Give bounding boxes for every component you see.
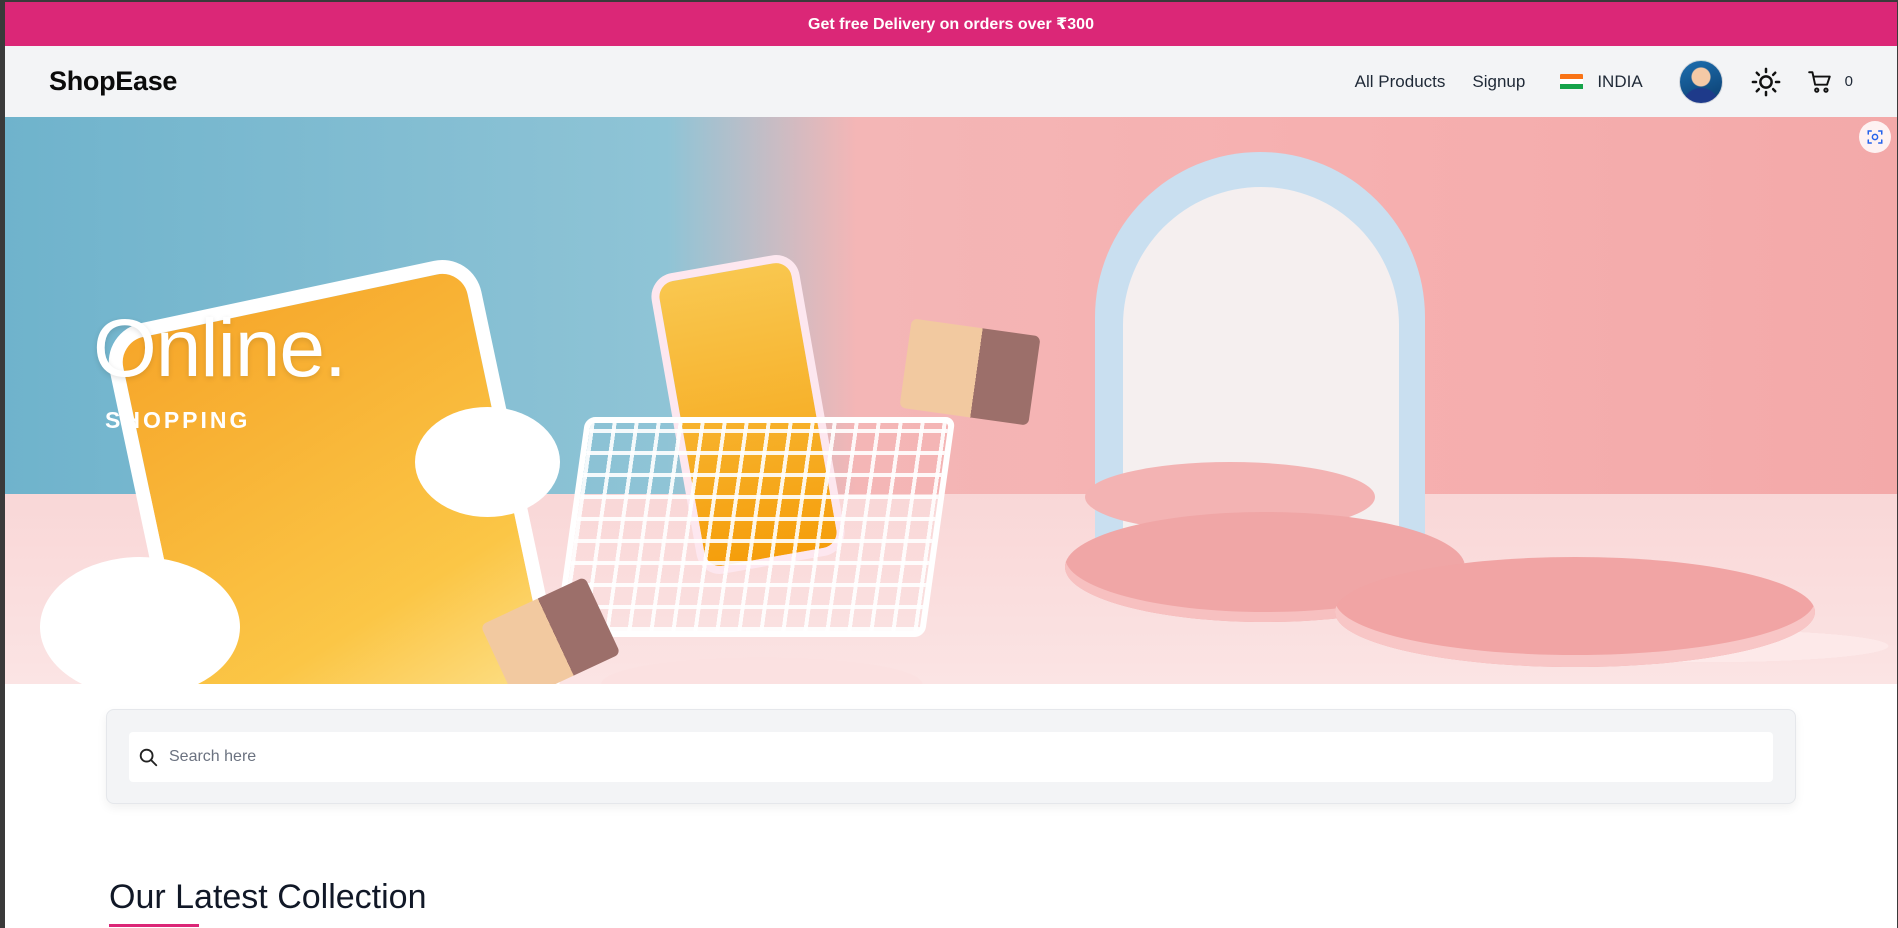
country-label: INDIA	[1597, 71, 1643, 91]
visual-search-button[interactable]	[1859, 121, 1891, 153]
nav-all-products[interactable]: All Products	[1355, 72, 1446, 92]
browser-viewport: Get free Delivery on orders over ₹300 Sh…	[5, 2, 1897, 928]
section-title-underline	[109, 924, 199, 927]
promo-text: Get free Delivery on orders over ₹300	[808, 16, 1094, 33]
section-title: Our Latest Collection	[109, 878, 427, 916]
search-panel	[106, 709, 1796, 804]
hero-shopping-cart	[554, 417, 956, 637]
cart-icon	[1807, 70, 1831, 93]
site-logo[interactable]: ShopEase	[49, 66, 177, 97]
main-nav: All Products Signup INDIA 0	[1355, 46, 1853, 117]
cart-button[interactable]: 0	[1807, 69, 1853, 95]
hero-speech-bubble	[415, 407, 560, 517]
theme-toggle-button[interactable]	[1749, 65, 1783, 99]
hero-banner: Online. SHOPPING	[5, 117, 1897, 684]
country-selector[interactable]: INDIA	[1560, 71, 1643, 92]
india-flag-icon	[1560, 73, 1584, 90]
cart-count: 0	[1844, 73, 1853, 90]
user-avatar[interactable]	[1678, 59, 1723, 104]
nav-signup[interactable]: Signup	[1472, 72, 1525, 92]
hero-speech-bubble	[40, 557, 240, 684]
scan-icon	[1867, 130, 1883, 144]
search-icon	[139, 748, 158, 767]
hero-subtitle: SHOPPING	[105, 407, 251, 433]
search-input[interactable]	[169, 748, 1716, 766]
hero-title: Online.	[93, 303, 347, 394]
promo-banner: Get free Delivery on orders over ₹300	[5, 2, 1897, 46]
hero-box	[899, 318, 1041, 426]
hero-podium-large	[1335, 557, 1815, 667]
search-box	[129, 732, 1773, 782]
sun-icon	[1751, 67, 1781, 96]
site-header: ShopEase All Products Signup INDIA 0	[5, 46, 1897, 117]
